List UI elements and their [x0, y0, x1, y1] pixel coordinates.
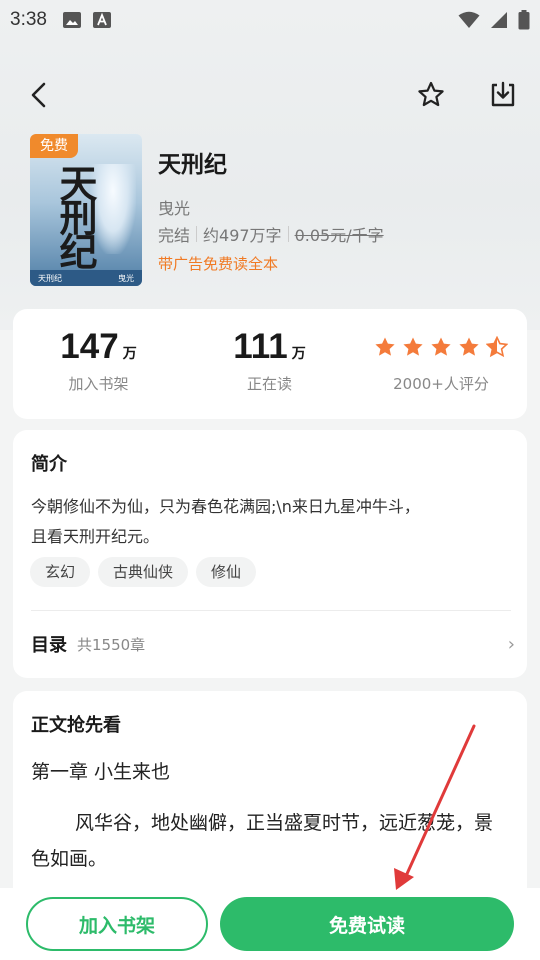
toc-title: 目录	[31, 635, 67, 656]
reading-count: 111	[233, 327, 288, 366]
star-half-icon	[486, 336, 508, 358]
add-to-shelf-button[interactable]: 加入书架	[26, 897, 208, 951]
tag-chip[interactable]: 修仙	[196, 557, 257, 587]
text-notification-icon	[92, 12, 111, 28]
reading-label: 正在读	[246, 375, 292, 393]
status-time: 3:38	[10, 9, 47, 30]
rating-stat[interactable]: 2000+人评分	[355, 327, 527, 394]
star-outline-icon[interactable]	[414, 78, 448, 112]
star-full-icon	[431, 337, 451, 356]
reading-unit: 万	[291, 346, 306, 362]
intro-card: 简介 今朝修仙不为仙，只为春色花满园;\n来日九星冲牛斗， 且看天刑开纪元。 玄…	[13, 430, 527, 678]
book-status: 完结	[158, 226, 191, 245]
image-notification-icon	[62, 12, 81, 28]
wifi-icon	[458, 11, 480, 28]
shelf-count: 147	[60, 327, 119, 366]
meta-divider	[196, 226, 198, 242]
book-price: 0.05元/千字	[294, 226, 384, 245]
free-trial-read-button[interactable]: 免费试读	[220, 897, 514, 951]
rating-label: 2000+人评分	[393, 375, 489, 393]
cover-footer: 天刑纪 曳光	[30, 270, 142, 286]
free-badge: 免费	[30, 134, 78, 158]
star-full-icon	[375, 337, 395, 356]
table-of-contents-row[interactable]: 目录 共1550章 ›	[31, 626, 515, 662]
ad-free-promo: 带广告免费读全本	[158, 255, 279, 273]
rating-stars	[355, 327, 527, 367]
chevron-right-icon: ›	[507, 633, 515, 655]
star-full-icon	[403, 337, 423, 356]
book-word-count: 约497万字	[203, 226, 282, 245]
book-title: 天刑纪	[158, 152, 227, 178]
shelf-stat: 147 万 加入书架	[13, 327, 184, 394]
book-cover[interactable]: 天刑纪 免费 天刑纪 曳光	[30, 134, 142, 286]
book-meta: 完结 约497万字 0.05元/千字	[158, 222, 384, 246]
intro-text-line-1: 今朝修仙不为仙，只为春色花满园;\n来日九星冲牛斗，	[31, 497, 420, 516]
signal-icon	[491, 12, 507, 28]
status-bar: 3:38	[0, 0, 540, 40]
divider	[31, 610, 511, 611]
top-bar	[0, 70, 540, 120]
shelf-label: 加入书架	[68, 375, 129, 393]
tag-chip[interactable]: 古典仙侠	[98, 557, 189, 587]
back-arrow-icon[interactable]	[22, 78, 56, 112]
intro-title: 简介	[31, 454, 67, 475]
tag-chip[interactable]: 玄幻	[30, 557, 91, 587]
stats-card: 147 万 加入书架 111 万 正在读 2000+人评分	[13, 309, 527, 419]
preview-title: 正文抢先看	[31, 715, 121, 736]
chapter-text[interactable]: 风华谷，地处幽僻，正当盛夏时节，远近葱茏，景色如画。	[31, 805, 509, 877]
shelf-unit: 万	[122, 346, 137, 362]
intro-text[interactable]: 今朝修仙不为仙，只为春色花满园;\n来日九星冲牛斗， 且看天刑开纪元。	[31, 492, 517, 552]
book-author[interactable]: 曳光	[158, 195, 190, 219]
download-icon[interactable]	[486, 78, 520, 112]
bottom-action-bar: 加入书架 免费试读	[0, 888, 540, 960]
battery-icon	[518, 10, 530, 30]
tag-list: 玄幻 古典仙侠 修仙	[30, 557, 257, 587]
cover-footer-title: 天刑纪	[38, 273, 62, 283]
toc-chapter-count: 共1550章	[77, 635, 146, 654]
intro-text-line-2: 且看天刑开纪元。	[31, 527, 160, 546]
chapter-title: 第一章 小生来也	[31, 761, 171, 783]
cover-footer-author: 曳光	[118, 273, 134, 283]
star-full-icon	[459, 337, 479, 356]
reading-stat: 111 万 正在读	[184, 327, 355, 394]
cover-title: 天刑纪	[53, 164, 98, 266]
meta-divider	[287, 226, 289, 242]
